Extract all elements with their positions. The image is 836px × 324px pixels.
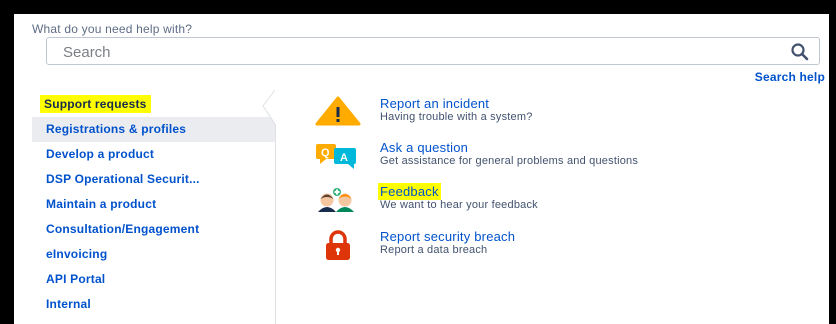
search-help-link[interactable]: Search help — [755, 70, 825, 84]
lock-icon — [314, 229, 362, 263]
sidebar-item-label: Maintain a product — [46, 197, 157, 211]
sidebar-item-registrations-profiles[interactable]: Registrations & profiles — [32, 117, 275, 142]
help-prompt: What do you need help with? — [32, 22, 193, 36]
request-title-text: Feedback — [378, 183, 441, 200]
request-description: Having trouble with a system? — [380, 111, 533, 123]
request-type-report-incident[interactable]: Report an incident Having trouble with a… — [314, 96, 794, 132]
sidebar-item-label: Registrations & profiles — [46, 122, 187, 136]
svg-text:A: A — [340, 152, 348, 164]
sidebar-item-label: Support requests — [40, 95, 151, 113]
sidebar-item-develop-product[interactable]: Develop a product — [32, 142, 275, 167]
sidebar-item-dsp-operational-security[interactable]: DSP Operational Securit... — [32, 167, 275, 192]
qa-icon: Q A — [314, 140, 362, 174]
search-box[interactable] — [46, 37, 820, 65]
sidebar-item-internal[interactable]: Internal — [32, 292, 275, 317]
request-title: Report security breach — [380, 229, 516, 244]
sidebar-item-consultation-engagement[interactable]: Consultation/Engagement — [32, 217, 275, 242]
svg-text:Q: Q — [321, 147, 330, 159]
sidebar-item-support-requests[interactable]: Support requests — [32, 92, 275, 117]
sidebar-item-label: API Portal — [46, 272, 106, 286]
warning-icon — [314, 96, 362, 130]
request-title: Feedback — [378, 183, 441, 200]
sidebar-item-einvoicing[interactable]: eInvoicing — [32, 242, 275, 267]
request-group-sidebar: Support requests Registrations & profile… — [32, 92, 276, 324]
active-item-pointer — [262, 90, 286, 124]
request-type-report-security-breach[interactable]: Report security breach Report a data bre… — [314, 229, 794, 265]
request-description: Get assistance for general problems and … — [380, 155, 639, 167]
request-description: We want to hear your feedback — [380, 199, 538, 211]
request-description: Report a data breach — [380, 244, 488, 256]
sidebar-item-api-portal[interactable]: API Portal — [32, 267, 275, 292]
request-type-ask-question[interactable]: Q A Ask a question Get assistance for ge… — [314, 140, 794, 176]
request-title: Ask a question — [380, 140, 469, 155]
sidebar-item-label: Consultation/Engagement — [46, 222, 200, 236]
request-type-feedback[interactable]: Feedback We want to hear your feedback — [314, 183, 794, 220]
sidebar-item-label: Develop a product — [46, 147, 155, 161]
sidebar-item-label: DSP Operational Securit... — [46, 172, 200, 186]
sidebar-item-label: Internal — [46, 297, 91, 311]
sidebar-item-maintain-product[interactable]: Maintain a product — [32, 192, 275, 217]
feedback-people-icon — [314, 184, 362, 218]
request-title: Report an incident — [380, 96, 490, 111]
sidebar-item-label: eInvoicing — [46, 247, 108, 261]
search-input[interactable] — [63, 42, 743, 62]
search-icon[interactable] — [789, 41, 811, 63]
